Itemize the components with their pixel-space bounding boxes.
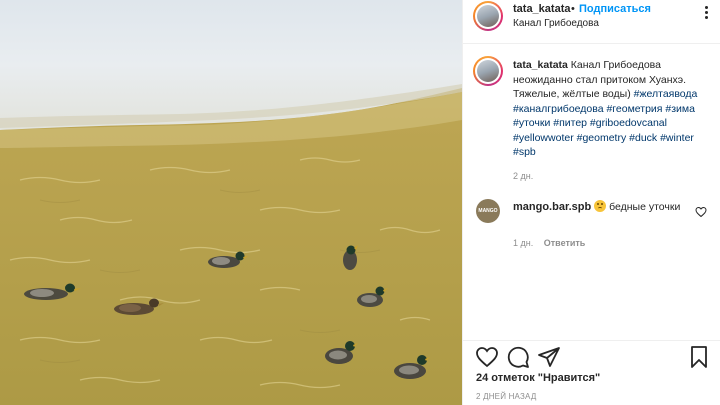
comment-icon[interactable] — [506, 345, 530, 369]
caption-time: 2 дн. — [513, 171, 534, 181]
canal-ducks-image — [0, 0, 462, 405]
comment-text-block: mango.bar.spb бедные уточки — [513, 200, 683, 215]
author-avatar[interactable] — [473, 1, 503, 31]
comment-item: MANGO mango.bar.spb бедные уточки 1 дн. … — [463, 196, 720, 256]
share-icon[interactable] — [537, 345, 561, 369]
post-header: tata_katata • Подписаться Канал Грибоедо… — [463, 0, 720, 44]
author-username[interactable]: tata_katata — [513, 3, 570, 15]
action-icons — [473, 345, 713, 371]
instagram-post: tata_katata • Подписаться Канал Грибоедо… — [0, 0, 720, 405]
caption-author-avatar[interactable] — [473, 56, 503, 86]
follow-button[interactable]: Подписаться — [579, 3, 651, 15]
bookmark-icon[interactable] — [687, 345, 711, 369]
post-time-ago: 2 ДНЕЙ НАЗАД — [476, 392, 537, 401]
likes-count[interactable]: 24 отметок "Нравится" — [476, 372, 600, 384]
post-actions-bar: 24 отметок "Нравится" 2 ДНЕЙ НАЗАД — [463, 340, 720, 405]
heart-icon[interactable] — [475, 345, 499, 369]
commenter-avatar-text: MANGO — [478, 208, 498, 214]
caption-text-block: tata_katata Канал Грибоедова неожиданно … — [513, 58, 713, 160]
comment-meta: 1 дн. Ответить — [513, 238, 585, 248]
sad-face-emoji-icon — [594, 200, 607, 212]
post-photo[interactable] — [0, 0, 462, 405]
comment-body: бедные уточки — [609, 201, 681, 213]
caption-username[interactable]: tata_katata — [513, 59, 568, 71]
more-dots-icon[interactable] — [699, 6, 713, 20]
commenter-username[interactable]: mango.bar.spb — [513, 201, 591, 213]
comment-like-heart-icon[interactable] — [695, 206, 707, 218]
reply-button[interactable]: Ответить — [544, 238, 586, 248]
post-side-panel: tata_katata • Подписаться Канал Грибоедо… — [462, 0, 720, 405]
commenter-avatar[interactable]: MANGO — [476, 199, 500, 223]
location-link[interactable]: Канал Грибоедова — [513, 18, 599, 29]
comment-time: 1 дн. — [513, 238, 534, 248]
separator-dot: • — [571, 3, 575, 15]
